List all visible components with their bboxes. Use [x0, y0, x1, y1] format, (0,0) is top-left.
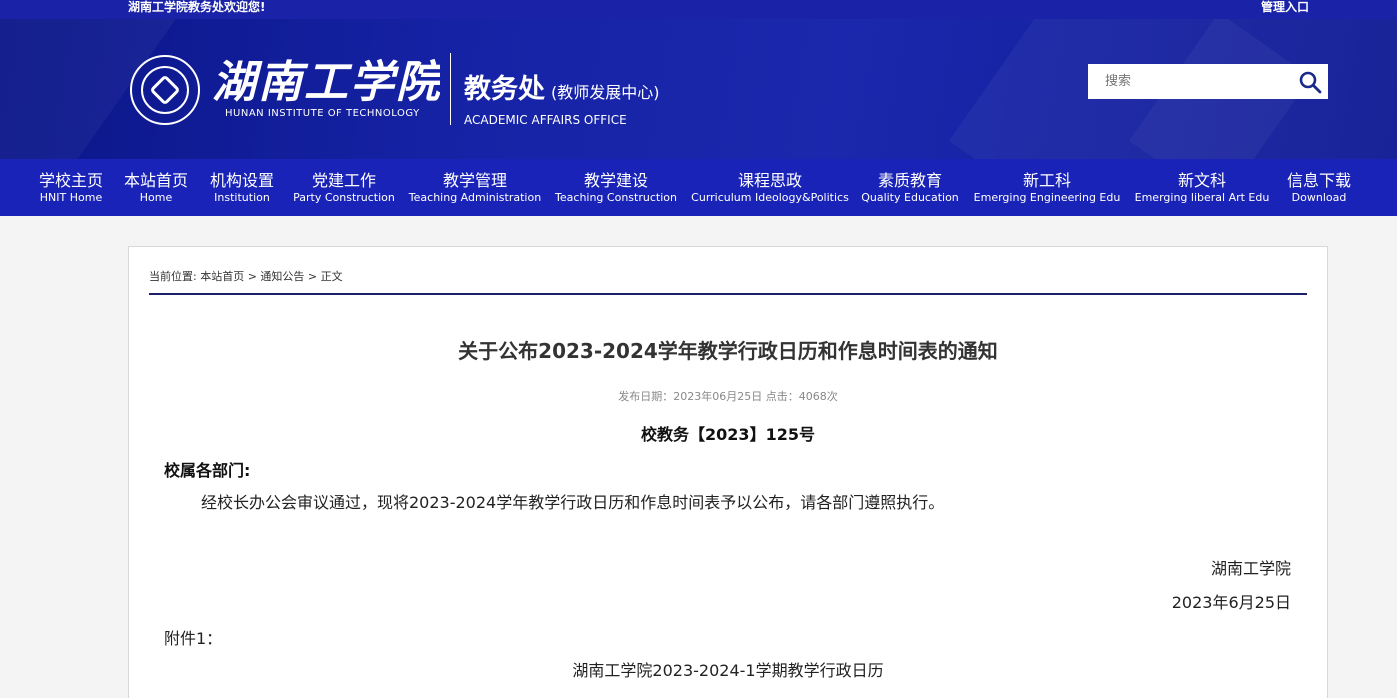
nav-item-label-en: Teaching Administration: [408, 191, 542, 204]
nav-item-label-en: Quality Education: [861, 191, 959, 204]
document-number: 校教务【2023】125号: [641, 425, 815, 444]
nav-item-label-en: Curriculum Ideology&Politics: [691, 191, 849, 204]
nav-item-label-cn: 教学建设: [583, 171, 648, 190]
nav-item-emerging-engineering[interactable]: 新工科 Emerging Engineering Edu: [971, 159, 1123, 216]
nav-item-party-construction[interactable]: 党建工作 Party Construction: [290, 159, 398, 216]
nav-item-label-en: Download: [1291, 191, 1347, 204]
breadcrumb-divider: [149, 293, 1307, 295]
school-seal-logo[interactable]: [130, 55, 200, 125]
school-name-cn: 湖南工学院: [212, 57, 440, 108]
office-name-en: ACADEMIC AFFAIRS OFFICE: [464, 113, 627, 127]
attachment-title: 湖南工学院2023-2024-1学期教学行政日历: [572, 661, 884, 680]
nav-item-label-cn: 素质教育: [877, 171, 942, 190]
breadcrumb-section-link[interactable]: 通知公告: [260, 270, 304, 283]
breadcrumb-home-link[interactable]: 本站首页: [200, 270, 244, 283]
breadcrumb-prefix: 当前位置:: [149, 270, 201, 283]
article-container: 当前位置: 本站首页 > 通知公告 > 正文 关于公布2023-2024学年教学…: [128, 246, 1328, 698]
nav-item-label-cn: 机构设置: [209, 171, 274, 190]
nav-item-teaching-administration[interactable]: 教学管理 Teaching Administration: [408, 159, 542, 216]
breadcrumb-separator: >: [244, 270, 261, 283]
header-divider: [450, 53, 451, 125]
nav-item-label-cn: 新工科: [1022, 171, 1071, 190]
article-meta: 发布日期：2023年06月25日 点击：4068次: [618, 390, 838, 403]
search-input[interactable]: [1088, 64, 1288, 99]
nav-item-label-cn: 新文科: [1177, 171, 1226, 190]
signature-date: 2023年6月25日: [1171, 593, 1291, 612]
nav-item-label-cn: 党建工作: [311, 171, 376, 190]
nav-item-label-cn: 信息下载: [1286, 171, 1351, 190]
nav-item-teaching-construction[interactable]: 教学建设 Teaching Construction: [551, 159, 681, 216]
school-name-en: HUNAN INSTITUTE OF TECHNOLOGY: [225, 108, 420, 119]
nav-item-label-cn: 教学管理: [442, 171, 507, 190]
nav-item-quality-education[interactable]: 素质教育 Quality Education: [859, 159, 961, 216]
nav-item-label-en: Teaching Construction: [555, 191, 677, 204]
signature-organization: 湖南工学院: [1210, 559, 1291, 578]
nav-item-label-cn: 学校主页: [38, 171, 103, 190]
breadcrumb-current: 正文: [320, 270, 343, 283]
nav-item-label-cn: 本站首页: [123, 171, 188, 190]
site-header: 湖南工学院 HUNAN INSTITUTE OF TECHNOLOGY 教务处 (…: [0, 19, 1397, 159]
admin-login-link[interactable]: 管理入口: [1261, 0, 1309, 14]
search-button[interactable]: [1292, 64, 1328, 99]
nav-item-label-en: Emerging liberal Art Edu: [1134, 191, 1270, 204]
attachment-label: 附件1：: [164, 629, 223, 648]
top-bar: 湖南工学院教务处欢迎您! 管理入口: [0, 0, 1397, 19]
nav-item-label-en: Party Construction: [293, 191, 395, 204]
breadcrumb-separator: >: [304, 270, 321, 283]
salutation: 校属各部门:: [164, 461, 251, 480]
article-body: 经校长办公会审议通过，现将2023-2024学年教学行政日历和作息时间表予以公布…: [201, 493, 945, 512]
nav-item-download[interactable]: 信息下载 Download: [1280, 159, 1358, 216]
nav-item-label-en: Home: [139, 191, 173, 204]
office-name: 教务处 (教师发展中心): [464, 67, 660, 106]
main-nav: 学校主页 HNIT Home 本站首页 Home 机构设置 Institutio…: [0, 159, 1397, 216]
search-box: [1088, 64, 1328, 99]
nav-item-home[interactable]: 本站首页 Home: [118, 159, 194, 216]
welcome-text: 湖南工学院教务处欢迎您!: [128, 0, 266, 14]
nav-item-curriculum-ideology[interactable]: 课程思政 Curriculum Ideology&Politics: [689, 159, 851, 216]
nav-item-institution[interactable]: 机构设置 Institution: [204, 159, 280, 216]
office-subtitle-cn: (教师发展中心): [551, 83, 660, 102]
office-name-cn: 教务处: [464, 74, 545, 105]
article-title: 关于公布2023-2024学年教学行政日历和作息时间表的通知: [458, 339, 998, 363]
nav-item-label-cn: 课程思政: [737, 171, 802, 190]
nav-item-emerging-liberal-art[interactable]: 新文科 Emerging liberal Art Edu: [1133, 159, 1271, 216]
nav-item-hnit-home[interactable]: 学校主页 HNIT Home: [33, 159, 109, 216]
nav-item-label-en: Institution: [214, 191, 270, 204]
nav-item-label-en: HNIT Home: [39, 191, 103, 204]
nav-item-label-en: Emerging Engineering Edu: [973, 191, 1121, 204]
search-icon: [1299, 71, 1322, 93]
breadcrumb: 当前位置: 本站首页 > 通知公告 > 正文: [149, 268, 343, 284]
